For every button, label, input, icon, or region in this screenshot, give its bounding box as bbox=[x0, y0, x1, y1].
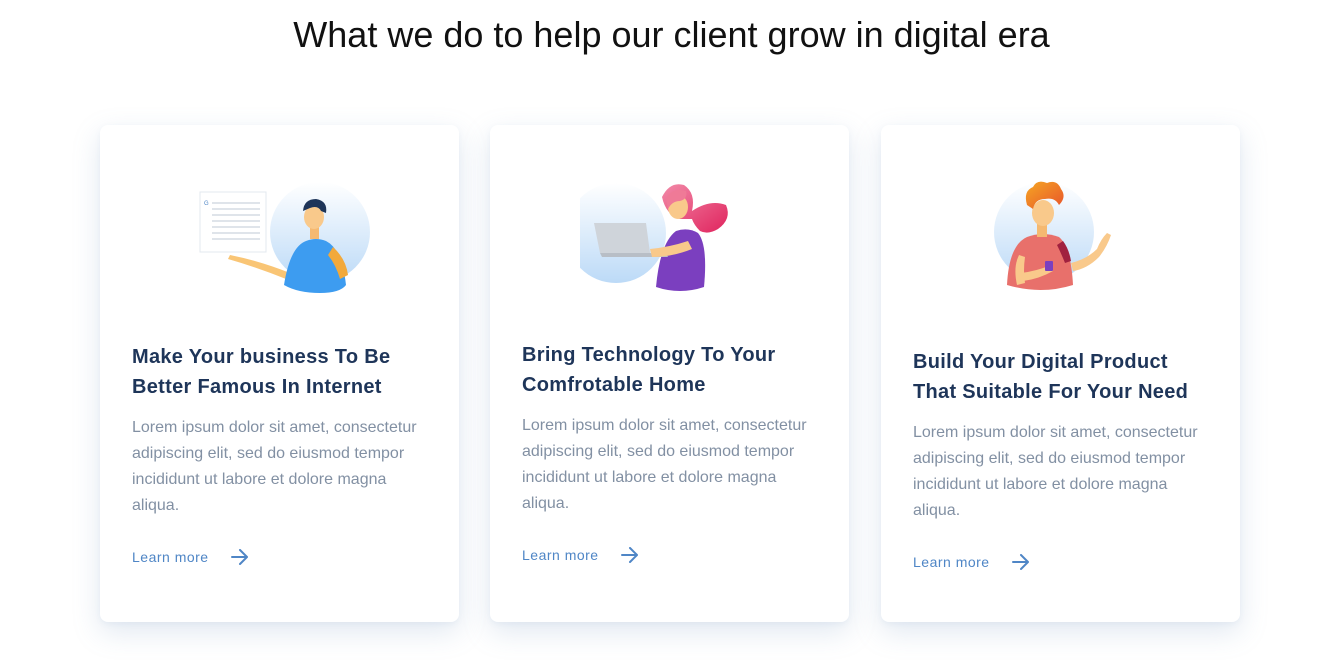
service-card: Build Your Digital Product That Suitable… bbox=[881, 125, 1240, 622]
arrow-right-icon bbox=[230, 549, 248, 565]
learn-more-label: Learn more bbox=[913, 554, 990, 570]
card-title: Make Your business To Be Better Famous I… bbox=[132, 346, 391, 398]
learn-more-label: Learn more bbox=[132, 549, 209, 565]
card-description: Lorem ipsum dolor sit amet, consectetur … bbox=[132, 419, 417, 514]
card-title: Bring Technology To Your Comfrotable Hom… bbox=[522, 344, 776, 396]
card-description: Lorem ipsum dolor sit amet, consectetur … bbox=[522, 417, 807, 512]
card-description: Lorem ipsum dolor sit amet, consectetur … bbox=[913, 424, 1198, 519]
man-with-phone-illustration bbox=[994, 181, 1111, 290]
arrow-right-icon bbox=[1011, 554, 1029, 570]
arrow-right-icon bbox=[620, 547, 638, 563]
learn-more-link[interactable]: Learn more bbox=[913, 554, 1030, 570]
learn-more-link[interactable]: Learn more bbox=[132, 549, 249, 565]
man-with-document-illustration: G bbox=[199, 182, 370, 293]
service-card: G Make Your business To Be Better Famous… bbox=[100, 125, 459, 622]
card-title: Build Your Digital Product That Suitable… bbox=[913, 351, 1189, 403]
section-title: What we do to help our client grow in di… bbox=[293, 14, 1050, 55]
learn-more-label: Learn more bbox=[522, 547, 599, 563]
service-card: Bring Technology To Your Comfrotable Hom… bbox=[490, 125, 849, 622]
learn-more-link[interactable]: Learn more bbox=[522, 547, 639, 563]
woman-with-laptop-illustration bbox=[580, 183, 728, 291]
svg-text:G: G bbox=[204, 201, 209, 207]
